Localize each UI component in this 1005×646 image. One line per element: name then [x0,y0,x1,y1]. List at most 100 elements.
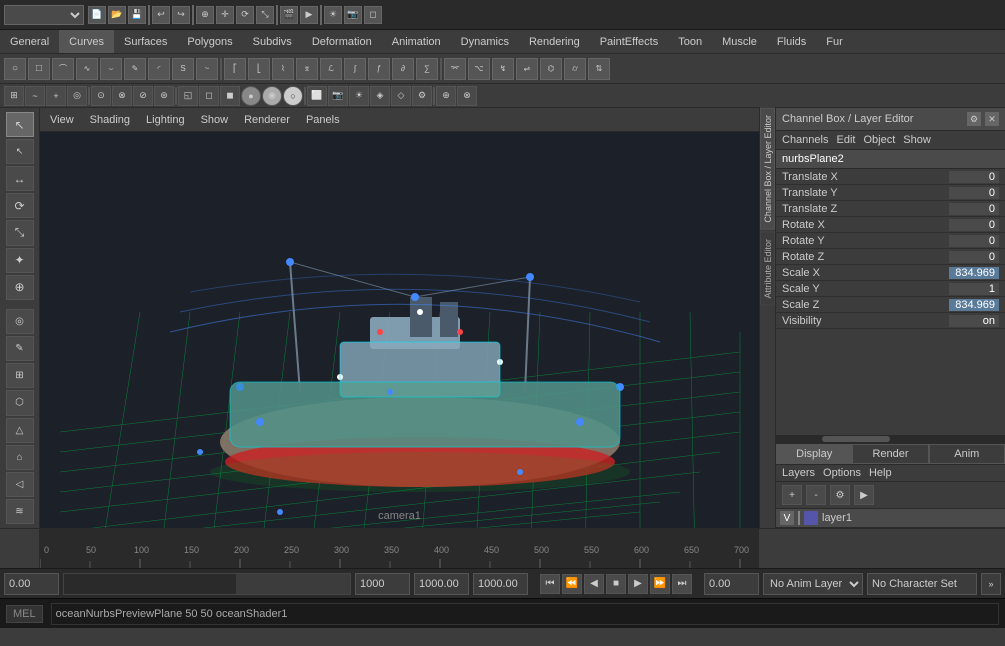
viewport-menu-shading[interactable]: Shading [84,112,136,128]
menu-fur[interactable]: Fur [816,30,853,53]
universal-tool[interactable]: ✦ [6,248,34,273]
playback-start-input[interactable] [414,573,469,595]
history-icon[interactable]: ⊙ [91,86,111,106]
tool11[interactable]: ⎣ [248,58,270,80]
snap-curve[interactable]: ~ [25,86,45,106]
step-fwd-btn[interactable]: ⏩ [650,574,670,594]
undo-icon[interactable]: ↩ [152,6,170,24]
attribute-editor-side-tab[interactable]: Attribute Editor [760,232,775,306]
channel-scale-y[interactable]: Scale Y 1 [776,281,1005,297]
layer-visibility-btn[interactable]: V [780,511,794,525]
end-frame-input[interactable] [355,573,410,595]
channel-scale-z[interactable]: Scale Z 834.969 [776,297,1005,313]
tool24[interactable]: ⌭ [564,58,586,80]
snap-view[interactable]: ◎ [67,86,87,106]
cluster-tool[interactable]: ⊞ [6,363,34,388]
tool10[interactable]: ⎡ [224,58,246,80]
options-menu[interactable]: Options [823,467,861,479]
layers-menu[interactable]: Layers [782,467,815,479]
new-file-icon[interactable]: 📄 [88,6,106,24]
rotate-icon[interactable]: ⟳ [236,6,254,24]
manipulator[interactable]: ⊕ [436,86,456,106]
extrude-tool[interactable]: ⌂ [6,445,34,470]
light2-icon[interactable]: ◈ [370,86,390,106]
ipr-icon[interactable]: ▶ [300,6,318,24]
menu-general[interactable]: General [0,30,59,53]
menu-fluids[interactable]: Fluids [767,30,816,53]
viewport-menu-show[interactable]: Show [195,112,235,128]
tool17[interactable]: ∂ [392,58,414,80]
menu-polygons[interactable]: Polygons [177,30,242,53]
start-frame-input[interactable] [4,573,59,595]
history3-icon[interactable]: ⊘ [133,86,153,106]
light3-icon[interactable]: ◇ [391,86,411,106]
channel-box-close[interactable]: ✕ [985,112,999,126]
cube-icon[interactable]: ⬜ [307,86,327,106]
crease-tool[interactable]: ≋ [6,499,34,524]
help-menu[interactable]: Help [869,467,892,479]
stop-btn[interactable]: ■ [606,574,626,594]
viewport-menu-lighting[interactable]: Lighting [140,112,191,128]
playback-end-input[interactable] [473,573,528,595]
smooth-icon[interactable]: ◼ [220,86,240,106]
lights-icon[interactable]: ☀ [324,6,342,24]
sphere-icon[interactable]: ● [241,86,261,106]
tool21[interactable]: ↯ [492,58,514,80]
edit-tab[interactable]: Edit [836,133,855,147]
bezier-tool[interactable]: ⌣ [100,58,122,80]
menu-subdvs[interactable]: Subdivs [243,30,302,53]
soft-mod[interactable]: ⊗ [457,86,477,106]
channel-translate-z[interactable]: Translate Z 0 [776,201,1005,217]
viewport-menu-renderer[interactable]: Renderer [238,112,296,128]
snap-point[interactable]: + [46,86,66,106]
open-file-icon[interactable]: 📂 [108,6,126,24]
tool25[interactable]: ⇅ [588,58,610,80]
tool14[interactable]: ℒ [320,58,342,80]
step-back-btn[interactable]: ⏪ [562,574,582,594]
layer-anim-btn[interactable]: ▶ [854,485,874,505]
channel-rotate-z[interactable]: Rotate Z 0 [776,249,1005,265]
channel-rotate-x[interactable]: Rotate X 0 [776,217,1005,233]
pencil-tool[interactable]: ✎ [124,58,146,80]
tool19[interactable]: ⌤ [444,58,466,80]
sphere2-icon[interactable]: ◉ [262,86,282,106]
char-set-options[interactable]: » [981,573,1001,595]
select-icon[interactable]: ⊕ [196,6,214,24]
tool8[interactable]: S [172,58,194,80]
go-end-btn[interactable]: ⏭ [672,574,692,594]
tool23[interactable]: ⌬ [540,58,562,80]
timeline-ruler[interactable]: 0 50 100 150 200 250 300 350 400 450 500… [40,529,759,568]
history4-icon[interactable]: ⊛ [154,86,174,106]
tool20[interactable]: ⌥ [468,58,490,80]
circle-tool[interactable]: ○ [4,58,26,80]
paint-tool[interactable]: ✎ [6,336,34,361]
channel-translate-y[interactable]: Translate Y 0 [776,185,1005,201]
channel-scrollbar-thumb[interactable] [822,436,891,442]
tool9[interactable]: ~ [196,58,218,80]
merge-tool[interactable]: ◁ [6,472,34,497]
arc-tool[interactable]: ◜ [148,58,170,80]
geometry-icon[interactable]: ◻ [364,6,382,24]
sculpt-tool[interactable]: ⬡ [6,390,34,415]
channel-scale-x[interactable]: Scale X 834.969 [776,265,1005,281]
play-back-btn[interactable]: ◀ [584,574,604,594]
scale-icon[interactable]: ⤡ [256,6,274,24]
render-icon[interactable]: 🎬 [280,6,298,24]
display-tab[interactable]: Display [776,444,852,464]
menu-curves[interactable]: Curves [59,30,114,53]
cameras-icon[interactable]: 📷 [344,6,362,24]
history2-icon[interactable]: ⊗ [112,86,132,106]
lasso-tool[interactable]: ◎ [6,309,34,334]
tool12[interactable]: ⌇ [272,58,294,80]
delete-layer-btn[interactable]: - [806,485,826,505]
menu-painteffects[interactable]: PaintEffects [590,30,669,53]
display-options[interactable]: ◱ [178,86,198,106]
mel-input[interactable] [51,603,999,625]
channel-box-side-tab[interactable]: Channel Box / Layer Editor [760,108,775,230]
snap-grid[interactable]: ⊞ [4,86,24,106]
workspace-dropdown[interactable]: Dynamics [4,5,84,25]
object-tab[interactable]: Object [863,133,895,147]
channel-rotate-y[interactable]: Rotate Y 0 [776,233,1005,249]
redo-icon[interactable]: ↪ [172,6,190,24]
tool15[interactable]: ∫ [344,58,366,80]
